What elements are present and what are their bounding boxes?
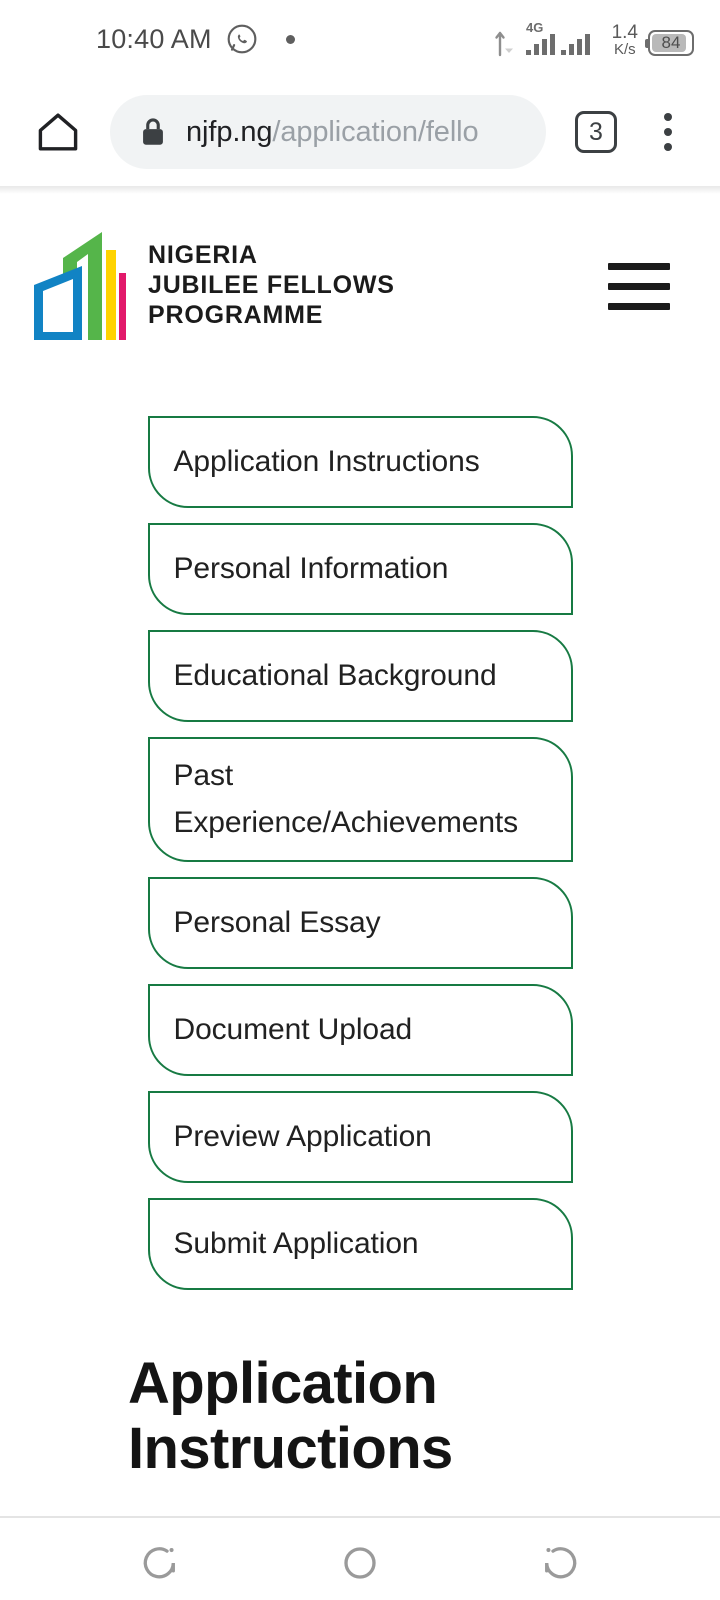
site-brand-name: NIGERIA JUBILEE FELLOWS PROGRAMME bbox=[148, 241, 395, 329]
more-vertical-icon-dot-1 bbox=[664, 113, 672, 121]
recents-icon bbox=[143, 1547, 175, 1579]
battery-percent: 84 bbox=[661, 33, 681, 52]
home-icon bbox=[38, 113, 78, 151]
page-title: Application Instructions bbox=[128, 1351, 453, 1481]
back-icon bbox=[545, 1547, 577, 1579]
home-button[interactable] bbox=[300, 1517, 420, 1600]
battery-indicator: 84 bbox=[645, 30, 694, 56]
notification-dot-icon bbox=[285, 34, 295, 44]
nav-item-label: Preview Application bbox=[173, 1119, 432, 1153]
whatsapp-icon bbox=[227, 24, 257, 54]
nav-item-educational-background[interactable]: Educational Background bbox=[147, 630, 573, 722]
application-section-nav: Application Instructions Personal Inform… bbox=[147, 416, 573, 1290]
status-time: 10:40 AM bbox=[96, 23, 212, 54]
more-vertical-icon-dot-3 bbox=[664, 143, 672, 151]
nav-item-personal-essay[interactable]: Personal Essay bbox=[147, 877, 573, 969]
nav-item-label: Educational Background bbox=[173, 658, 497, 692]
data-transfer-icon bbox=[494, 31, 513, 57]
back-button[interactable] bbox=[500, 1517, 620, 1600]
network-speed-value: 1.4 bbox=[611, 22, 638, 43]
nav-item-label: Submit Application bbox=[173, 1226, 419, 1260]
nav-item-application-instructions[interactable]: Application Instructions bbox=[147, 416, 573, 508]
nav-item-label: Past Experience/Achievements bbox=[173, 759, 519, 839]
hamburger-menu-icon[interactable] bbox=[608, 262, 670, 310]
lock-icon bbox=[143, 118, 163, 145]
browser-menu-button[interactable] bbox=[638, 96, 698, 168]
svg-text:4G: 4G bbox=[526, 20, 543, 35]
android-navigation-bar bbox=[0, 1516, 720, 1600]
hamburger-line-2 bbox=[608, 282, 670, 290]
status-bar: 10:40 AM 4G 1.4 K/s 84 bbox=[0, 0, 720, 78]
tab-switcher-button[interactable]: 3 bbox=[560, 96, 632, 168]
hamburger-line-1 bbox=[608, 262, 670, 270]
address-bar[interactable]: njfp.ng/application/fello bbox=[110, 95, 546, 169]
nav-item-submit-application[interactable]: Submit Application bbox=[147, 1198, 573, 1290]
home-circle-icon bbox=[344, 1547, 376, 1579]
status-bar-left: 10:40 AM bbox=[96, 23, 295, 55]
webpage-viewport: NIGERIA JUBILEE FELLOWS PROGRAMME Applic… bbox=[0, 194, 720, 1516]
nav-item-label: Application Instructions bbox=[173, 444, 480, 478]
nav-item-label: Personal Information bbox=[173, 551, 449, 585]
recents-button[interactable] bbox=[100, 1517, 220, 1600]
home-button[interactable] bbox=[22, 96, 94, 168]
nav-item-label: Document Upload bbox=[173, 1012, 413, 1046]
site-header: NIGERIA JUBILEE FELLOWS PROGRAMME bbox=[0, 194, 720, 354]
nav-item-personal-information[interactable]: Personal Information bbox=[147, 523, 573, 615]
nav-item-document-upload[interactable]: Document Upload bbox=[147, 984, 573, 1076]
nav-item-past-experience-achievements[interactable]: Past Experience/Achievements bbox=[147, 737, 573, 862]
toolbar-divider bbox=[0, 186, 720, 194]
nav-item-preview-application[interactable]: Preview Application bbox=[147, 1091, 573, 1183]
hamburger-line-3 bbox=[608, 302, 670, 310]
network-speed: 1.4 K/s bbox=[612, 23, 638, 57]
tab-count-badge: 3 bbox=[575, 111, 617, 153]
url-host: njfp.ng bbox=[186, 115, 273, 148]
signal-bars-sim1-icon: 4G bbox=[525, 20, 590, 55]
browser-toolbar: njfp.ng/application/fello 3 bbox=[0, 78, 720, 186]
battery-body-icon: 84 bbox=[648, 30, 694, 56]
nav-item-label: Personal Essay bbox=[173, 905, 381, 939]
site-brand[interactable]: NIGERIA JUBILEE FELLOWS PROGRAMME bbox=[30, 228, 395, 344]
status-bar-right: 4G 1.4 K/s 84 bbox=[492, 19, 694, 59]
network-speed-unit: K/s bbox=[613, 41, 636, 58]
njfp-logo-icon bbox=[34, 232, 126, 340]
more-vertical-icon-dot-2 bbox=[664, 128, 672, 136]
url-text: njfp.ng/application/fello bbox=[186, 116, 479, 149]
url-path: /application/fello bbox=[272, 115, 479, 148]
